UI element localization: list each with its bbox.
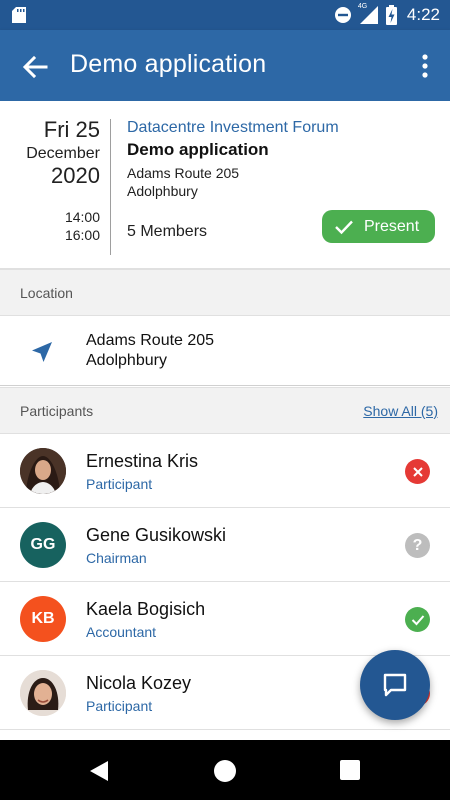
- participant-row[interactable]: Ernestina Kris Participant: [0, 434, 450, 508]
- present-button-label: Present: [364, 217, 420, 235]
- accepted-status-icon: [405, 607, 430, 632]
- section-title-participants: Participants: [20, 403, 94, 419]
- do-not-disturb-icon: [334, 7, 351, 23]
- participant-role: Accountant: [86, 624, 157, 640]
- event-year: 2020: [51, 163, 100, 188]
- arrow-left-icon[interactable]: [20, 52, 50, 82]
- participant-name: Gene Gusikowski: [86, 525, 227, 545]
- user-photo-icon: [20, 670, 66, 716]
- sd-card-icon: [12, 7, 26, 23]
- participant-role: Participant: [86, 476, 153, 492]
- battery-charging-icon: [385, 5, 397, 25]
- chat-message-icon: [383, 673, 407, 697]
- app-bar: Demo application: [0, 30, 450, 101]
- location-section-header: Location: [0, 269, 450, 316]
- check-icon: [335, 220, 353, 234]
- avatar: [20, 670, 66, 716]
- event-address-street: Adams Route 205: [127, 165, 240, 181]
- event-info: Datacentre Investment Forum Demo applica…: [127, 101, 437, 269]
- location-street: Adams Route 205: [86, 332, 215, 349]
- location-city: Adolphbury: [86, 352, 167, 369]
- event-start-time: 14:00: [64, 209, 100, 225]
- event-address-city: Adolphbury: [127, 183, 198, 199]
- event-end-time: 16:00: [64, 227, 100, 243]
- participant-row[interactable]: GG Gene Gusikowski Chairman ?: [0, 508, 450, 582]
- participant-row[interactable]: KB Kaela Bogisich Accountant: [0, 582, 450, 656]
- chat-fab-button[interactable]: [360, 650, 430, 720]
- more-vertical-icon[interactable]: [418, 52, 432, 80]
- network-type-label: 4G: [357, 3, 368, 10]
- participant-name: Kaela Bogisich: [86, 599, 206, 619]
- show-all-link[interactable]: Show All (5): [363, 403, 438, 419]
- event-day: Fri 25: [43, 117, 100, 142]
- forum-name[interactable]: Datacentre Investment Forum: [127, 119, 339, 137]
- nav-recents-icon[interactable]: [340, 760, 360, 780]
- system-navigation-bar: [0, 740, 450, 800]
- page-title: Demo application: [70, 50, 267, 78]
- participant-name: Ernestina Kris: [86, 451, 199, 471]
- event-title: Demo application: [127, 140, 269, 159]
- avatar-initials: GG: [30, 536, 56, 553]
- present-button[interactable]: Present: [322, 210, 435, 243]
- user-photo-icon: [20, 448, 66, 494]
- nav-home-icon[interactable]: [214, 760, 236, 782]
- avatar-initials: KB: [31, 610, 55, 627]
- declined-status-icon: [405, 459, 430, 484]
- nav-back-icon[interactable]: [88, 760, 110, 782]
- participant-name: Nicola Kozey: [86, 673, 192, 693]
- event-summary: Fri 25 December 2020 14:00 16:00 Datacen…: [0, 101, 450, 269]
- clock-time: 4:22: [406, 5, 440, 24]
- members-count[interactable]: 5 Members: [127, 223, 207, 241]
- participant-role: Chairman: [86, 550, 147, 566]
- participant-role: Participant: [86, 698, 153, 714]
- divider: [110, 119, 111, 255]
- event-date-column: Fri 25 December 2020 14:00 16:00: [0, 101, 110, 269]
- navigation-arrow-icon: [32, 342, 52, 362]
- unknown-status-icon: ?: [405, 533, 430, 558]
- location-row[interactable]: Adams Route 205 Adolphbury: [0, 316, 450, 386]
- avatar: GG: [20, 522, 66, 568]
- status-bar: 4G 4:22: [0, 0, 450, 30]
- avatar: [20, 448, 66, 494]
- avatar: KB: [20, 596, 66, 642]
- section-title-location: Location: [20, 285, 73, 301]
- event-month: December: [26, 145, 100, 162]
- participants-section-header: Participants Show All (5): [0, 387, 450, 434]
